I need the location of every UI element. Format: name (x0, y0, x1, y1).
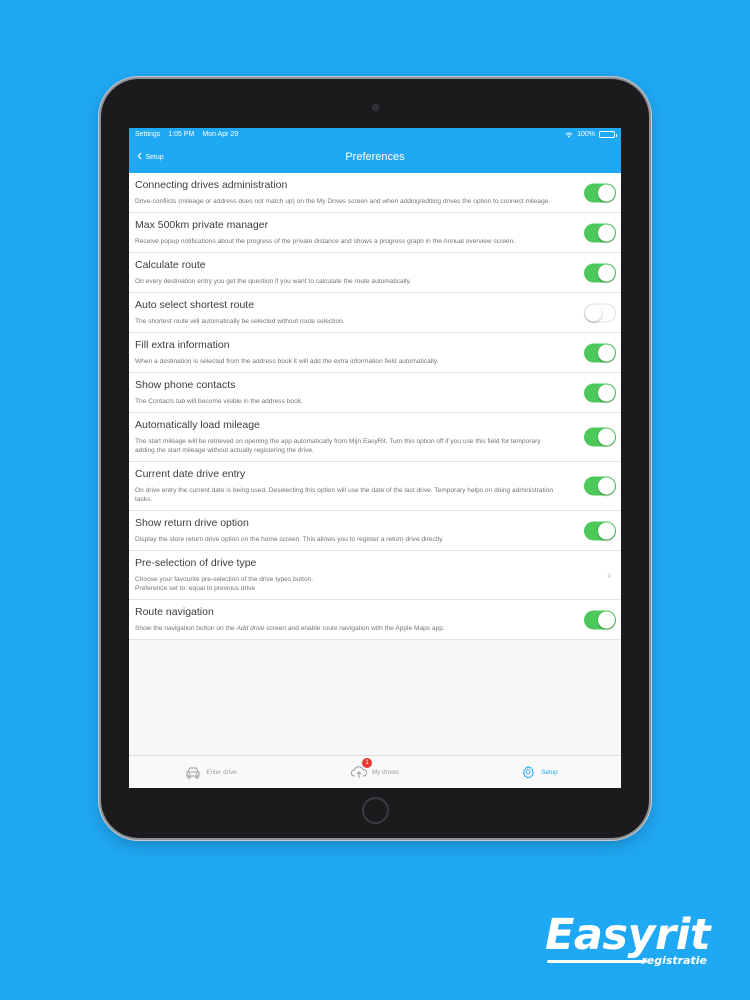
fill-extra-info-toggle[interactable] (584, 343, 616, 362)
pref-title: Pre-selection of drive type (135, 557, 257, 569)
pref-title: Automatically load mileage (135, 419, 260, 431)
pref-row-route-navigation: Route navigation Show the navigation but… (129, 600, 621, 640)
pref-title: Auto select shortest route (135, 299, 255, 311)
pref-description: Choose your favourite pre-selection of t… (135, 576, 314, 583)
tab-label: My drives (372, 768, 399, 776)
pref-row-show-phone-contacts: Show phone contacts The Contacts tab wil… (129, 373, 621, 413)
show-phone-contacts-toggle[interactable] (584, 383, 616, 402)
pref-row-connecting-drives: Connecting drives administration Drive-c… (129, 173, 621, 213)
pref-description: Receive popup notifications about the pr… (135, 238, 516, 245)
car-icon (186, 767, 200, 779)
pref-description: When a destination is selected from the … (135, 358, 439, 365)
pref-title: Show return drive option (135, 517, 249, 529)
battery-icon (599, 131, 617, 138)
status-date: Mon Apr 29 (202, 131, 239, 138)
pref-title: Current date drive entry (135, 468, 246, 480)
pref-title: Connecting drives administration (135, 179, 288, 191)
easyrit-logo: Easyrit registratie (545, 912, 715, 972)
logo-wordmark: Easyrit (545, 910, 711, 960)
cloud-upload-icon: 1 (350, 758, 373, 779)
chevron-left-icon: ‹ (137, 147, 143, 164)
status-carrier: Settings (135, 131, 161, 138)
logo-underline (546, 960, 648, 963)
tab-setup[interactable]: Setup (457, 756, 621, 788)
tab-my-drives[interactable]: 1 My drives (293, 756, 457, 788)
current-date-entry-toggle[interactable] (584, 476, 616, 496)
tab-bar: Enter drive 1 My drives Setup (129, 755, 621, 788)
pref-description: Drive-conflicts (mileage or address does… (135, 198, 551, 205)
pref-title: Show phone contacts (135, 379, 236, 391)
route-navigation-toggle[interactable] (584, 610, 616, 629)
camera (372, 104, 379, 111)
max-500km-toggle[interactable] (584, 223, 616, 242)
pref-description: Show the navigation button on the Add dr… (135, 625, 445, 632)
pref-row-max-500km: Max 500km private manager Receive popup … (129, 213, 621, 253)
pref-row-drive-type-preselection[interactable]: Pre-selection of drive type Choose your … (129, 551, 621, 600)
auto-load-mileage-toggle[interactable] (584, 427, 616, 447)
pref-row-current-date-entry: Current date drive entry On drive entry … (129, 462, 621, 511)
logo-subtitle: registratie (641, 954, 707, 967)
pref-description: The Contacts tab will become visible in … (135, 398, 303, 405)
tab-label: Setup (541, 768, 558, 776)
pref-title: Max 500km private manager (135, 219, 269, 231)
pref-description: The start mileage will be retrieved on o… (135, 438, 541, 454)
app-screen: Settings 1:05 PM Mon Apr 29 100% ‹ Setup… (129, 128, 621, 788)
pref-row-auto-select-shortest: Auto select shortest route The shortest … (129, 293, 621, 333)
navigation-bar: ‹ Setup Preferences (129, 141, 621, 173)
pref-description: On drive entry the current date is being… (135, 487, 554, 503)
calculate-route-toggle[interactable] (584, 263, 616, 282)
pref-title: Calculate route (135, 259, 206, 271)
page-title: Preferences (345, 151, 405, 163)
pref-current-value: Preference set to: equal to previous dri… (135, 585, 256, 592)
status-bar: Settings 1:05 PM Mon Apr 29 100% (129, 128, 621, 141)
connecting-drives-toggle[interactable] (584, 183, 616, 202)
pref-title: Route navigation (135, 606, 214, 618)
pref-row-calculate-route: Calculate route On every destination ent… (129, 253, 621, 293)
home-button[interactable] (362, 797, 389, 824)
pref-row-show-return-drive: Show return drive option Display the sto… (129, 511, 621, 551)
pref-description: The shortest route will automatically be… (135, 318, 345, 325)
tab-label: Enter drive (206, 768, 237, 776)
pref-row-fill-extra-info: Fill extra information When a destinatio… (129, 333, 621, 373)
auto-select-shortest-toggle[interactable] (584, 303, 616, 322)
back-button[interactable]: ‹ Setup (137, 141, 164, 173)
pref-description: On every destination entry you get the q… (135, 278, 412, 285)
pref-title: Fill extra information (135, 339, 230, 351)
pref-row-auto-load-mileage: Automatically load mileage The start mil… (129, 413, 621, 462)
preferences-list: Connecting drives administration Drive-c… (129, 173, 621, 640)
tablet-frame: Settings 1:05 PM Mon Apr 29 100% ‹ Setup… (101, 79, 649, 838)
back-label: Setup (145, 153, 164, 161)
chevron-right-icon: › (607, 568, 611, 582)
tab-enter-drive[interactable]: Enter drive (129, 756, 293, 788)
notification-badge: 1 (362, 758, 373, 768)
show-return-drive-toggle[interactable] (584, 521, 616, 540)
wifi-icon (565, 132, 573, 138)
pref-description: Display the store return drive option on… (135, 536, 444, 543)
battery-percent: 100% (577, 131, 595, 138)
status-time: 1:05 PM (168, 131, 195, 138)
gear-icon (522, 765, 535, 779)
